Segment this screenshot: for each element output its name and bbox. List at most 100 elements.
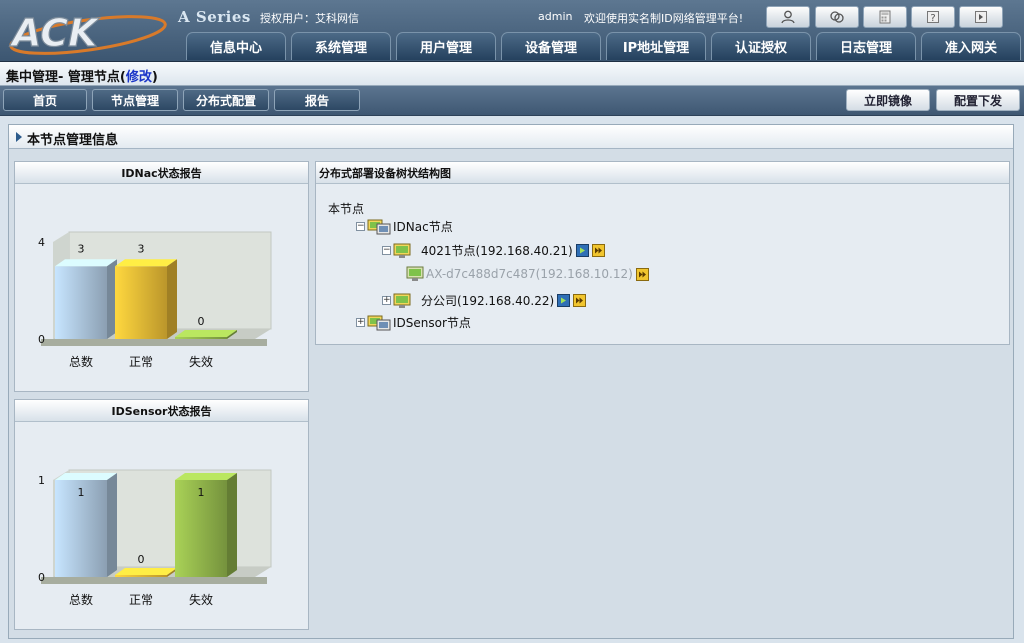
y-tick-label: 0: [38, 571, 45, 584]
header-bar: ACK A Series 授权用户：艾科网信 admin 欢迎使用实名制ID网络…: [0, 0, 1024, 62]
forward-icon[interactable]: [591, 244, 605, 257]
node-management-button[interactable]: 节点管理: [92, 89, 178, 111]
node-info-panel: 本节点管理信息 IDNac状态报告 0 4 3 总数 3 正常 0 失效 IDSensor状态…: [8, 124, 1014, 639]
logout-icon[interactable]: [959, 6, 1003, 28]
mirror-now-button[interactable]: 立即镜像: [846, 89, 930, 111]
authorized-user: 授权用户：艾科网信: [260, 12, 359, 25]
tree-node-ax[interactable]: AX-d7c488d7c487(192.168.10.12): [406, 266, 649, 282]
node-label: IDSensor节点: [393, 316, 471, 330]
data-label: 0: [138, 553, 145, 566]
tab-user-management[interactable]: 用户管理: [396, 32, 496, 60]
node-label: 分公司(192.168.40.22): [421, 294, 555, 308]
tab-info-center[interactable]: 信息中心: [186, 32, 286, 60]
tab-access-gateway[interactable]: 准入网关: [921, 32, 1021, 60]
breadcrumb-bar: 集中管理- 管理节点(修改): [0, 62, 1024, 86]
breadcrumb-text: 集中管理- 管理节点(: [6, 70, 126, 85]
bar: [55, 266, 107, 339]
content-area: 本节点管理信息 IDNac状态报告 0 4 3 总数 3 正常 0 失效 IDSensor状态…: [0, 116, 1024, 643]
data-label: 3: [138, 242, 145, 255]
bar-side: [167, 259, 177, 339]
x-tick-label: 正常: [129, 593, 153, 607]
bar-top: [175, 330, 237, 337]
x-tick-label: 总数: [69, 592, 93, 607]
tab-system-management[interactable]: 系统管理: [291, 32, 391, 60]
x-tick-label: 总数: [69, 354, 93, 369]
tree-node-branch[interactable]: + 分公司(192.168.40.22): [382, 292, 587, 309]
idsensor-report-title: IDSensor状态报告: [15, 400, 308, 422]
bar-top: [55, 259, 117, 267]
panel-title-bar: 本节点管理信息: [9, 125, 1013, 149]
device-tree-title: 分布式部署设备树状结构图: [316, 162, 1009, 184]
idnac-status-chart: 0 4 3 总数 3 正常 0 失效: [38, 231, 272, 369]
user-icon[interactable]: [766, 6, 810, 28]
tab-log-management[interactable]: 日志管理: [816, 32, 916, 60]
svg-text:?: ?: [930, 13, 935, 24]
data-label: 3: [78, 242, 85, 255]
expand-icon[interactable]: +: [356, 318, 365, 327]
forward-icon[interactable]: [573, 294, 587, 307]
current-user: admin: [538, 10, 573, 23]
idnac-report-title: IDNac状态报告: [15, 162, 308, 184]
device-tree-panel: 分布式部署设备树状结构图 本节点 − IDNac节点 − 4021节点(192.…: [315, 161, 1010, 345]
sub-navigation: 首页 节点管理 分布式配置 报告 立即镜像 配置下发: [0, 86, 1024, 116]
ack-logo: ACK: [8, 10, 167, 56]
node-label: IDNac节点: [393, 220, 453, 234]
bar-side: [107, 473, 117, 577]
device-tree: 本节点 − IDNac节点 − 4021节点(192.168.40.21) AX…: [316, 186, 1009, 330]
report-button[interactable]: 报告: [274, 89, 360, 111]
bar-top: [55, 473, 117, 480]
chart-base: [41, 577, 267, 584]
bar: [115, 266, 167, 339]
chart-base: [41, 339, 267, 346]
bar-top: [115, 568, 177, 575]
bar-side: [227, 473, 237, 577]
collapse-icon[interactable]: −: [382, 246, 391, 255]
edit-link[interactable]: 修改: [126, 70, 152, 85]
node-label: 4021节点(192.168.40.21): [421, 244, 573, 258]
bar-top: [175, 473, 237, 480]
idsensor-report-panel: IDSensor状态报告 0 1 1 总数 0 正常 1 失效: [14, 399, 309, 630]
panel-title: 本节点管理信息: [27, 133, 119, 148]
y-tick-label: 4: [38, 236, 45, 249]
device-node-icon: [406, 266, 424, 281]
tree-node-idsensor[interactable]: + IDSensor节点: [356, 314, 471, 331]
home-button[interactable]: 首页: [3, 89, 87, 111]
expand-icon[interactable]: +: [382, 296, 391, 305]
bar-top: [115, 259, 177, 267]
series-label: A Series: [178, 8, 251, 26]
data-label: 1: [198, 486, 205, 499]
y-tick-label: 1: [38, 474, 45, 487]
breadcrumb: 集中管理- 管理节点(修改): [6, 66, 158, 85]
data-label: 1: [78, 486, 85, 499]
x-tick-label: 失效: [189, 354, 213, 369]
server-group-icon: [367, 315, 391, 330]
distributed-config-button[interactable]: 分布式配置: [183, 89, 269, 111]
data-label: 0: [198, 315, 205, 328]
device-node-icon: [393, 293, 411, 308]
y-tick-label: 0: [38, 333, 45, 346]
node-label: AX-d7c488d7c487(192.168.10.12): [426, 267, 633, 281]
logo-text: ACK: [9, 11, 100, 55]
idsensor-status-chart: 0 1 1 总数 0 正常 1 失效: [38, 469, 272, 607]
forward-icon[interactable]: [635, 267, 649, 281]
tab-device-management[interactable]: 设备管理: [501, 32, 601, 60]
collapse-icon[interactable]: −: [356, 222, 365, 231]
config-deploy-button[interactable]: 配置下发: [936, 89, 1020, 111]
view-icon[interactable]: [557, 294, 571, 307]
tab-ip-management[interactable]: IP地址管理: [606, 32, 706, 60]
tree-node-idnac[interactable]: − IDNac节点: [356, 218, 453, 235]
bar: [175, 337, 227, 339]
x-tick-label: 失效: [189, 592, 213, 607]
x-tick-label: 正常: [129, 355, 153, 369]
server-group-icon: [367, 219, 391, 234]
tree-root[interactable]: 本节点: [328, 200, 364, 217]
device-node-icon: [393, 243, 411, 258]
welcome-text: 欢迎使用实名制ID网络管理平台!: [584, 12, 744, 25]
view-icon[interactable]: [575, 244, 589, 257]
refresh-icon[interactable]: [815, 6, 859, 28]
tree-node-4021[interactable]: − 4021节点(192.168.40.21): [382, 242, 605, 259]
idnac-report-panel: IDNac状态报告 0 4 3 总数 3 正常 0 失效: [14, 161, 309, 392]
help-icon[interactable]: ?: [911, 6, 955, 28]
tab-authentication[interactable]: 认证授权: [711, 32, 811, 60]
calculator-icon[interactable]: [863, 6, 907, 28]
